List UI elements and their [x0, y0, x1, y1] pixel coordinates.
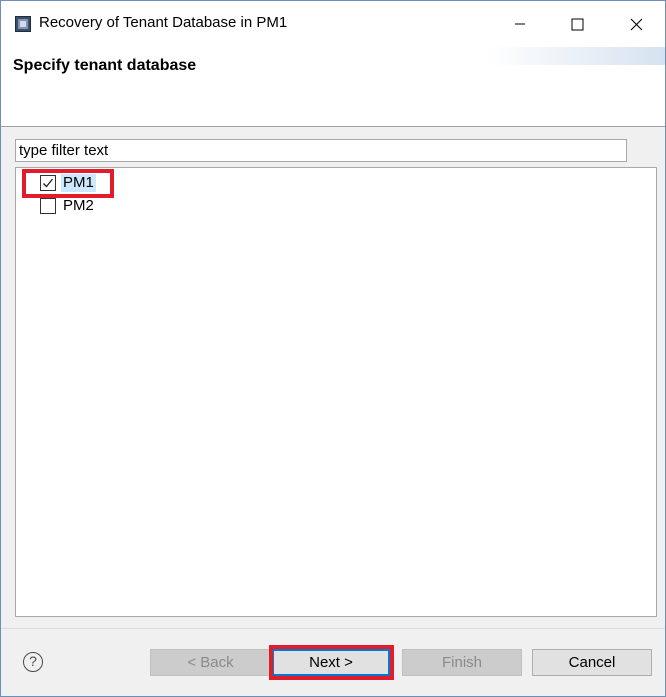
finish-button[interactable]: Finish [402, 649, 522, 676]
recovery-wizard-window: Recovery of Tenant Database in PM1 Speci… [0, 0, 666, 697]
tree-item-pm2[interactable]: PM2 [40, 196, 96, 216]
close-button[interactable] [609, 1, 663, 47]
cancel-button[interactable]: Cancel [532, 649, 652, 676]
minimize-icon [515, 23, 525, 25]
annotation-highlight-pm1 [22, 169, 114, 198]
close-icon [630, 18, 642, 30]
header-decoration [485, 47, 665, 65]
minimize-button[interactable] [493, 1, 547, 47]
page-title: Specify tenant database [13, 57, 197, 74]
pm2-checkbox[interactable] [40, 198, 56, 214]
help-icon[interactable]: ? [23, 652, 43, 672]
maximize-button[interactable] [550, 1, 604, 47]
footer-divider [1, 628, 665, 629]
tenant-database-tree[interactable]: PM1 PM2 [15, 167, 657, 617]
title-bar: Recovery of Tenant Database in PM1 [1, 1, 665, 47]
window-title: Recovery of Tenant Database in PM1 [39, 14, 288, 31]
maximize-icon [571, 18, 583, 30]
database-app-icon [15, 16, 31, 32]
back-button[interactable]: < Back [150, 649, 271, 676]
wizard-header: Specify tenant database [1, 47, 665, 126]
header-divider [1, 126, 665, 127]
annotation-highlight-next [269, 645, 394, 680]
tree-item-label: PM2 [63, 197, 94, 214]
filter-input[interactable]: type filter text [15, 139, 627, 162]
